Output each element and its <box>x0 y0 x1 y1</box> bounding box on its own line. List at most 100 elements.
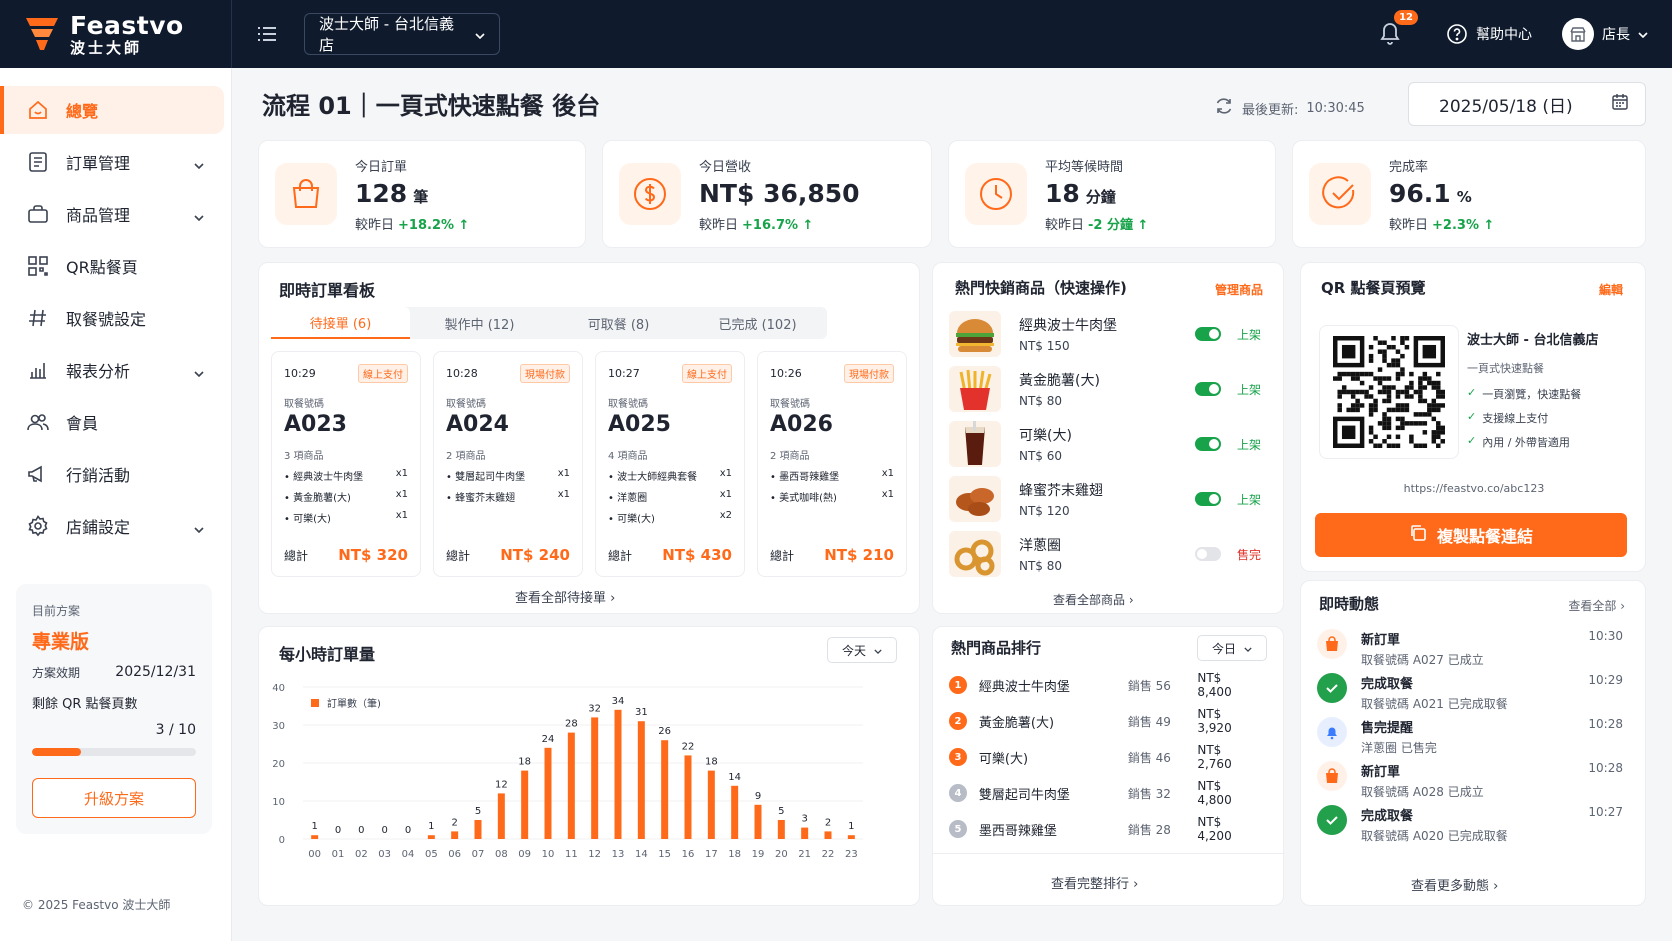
activity-item[interactable]: 新訂單 取餐號碼 A028 已成立 10:28 <box>1317 761 1623 805</box>
data-label: 9 <box>755 791 761 802</box>
bar-chart-icon <box>26 358 50 382</box>
order-card-a026[interactable]: 10:26 現場付款 取餐號碼 A026 2 項商品 • 墨西哥辣雞堡 x1 • 美… <box>757 351 907 577</box>
sidebar-item-reports[interactable]: 報表分析 <box>0 346 224 394</box>
logo[interactable]: Feastvo 波士大師 <box>0 0 232 68</box>
payment-badge: 現場付款 <box>844 364 894 383</box>
data-label: 0 <box>405 825 411 836</box>
data-label: 24 <box>542 734 555 745</box>
tab-pending[interactable]: 待接單 (6) <box>271 307 410 339</box>
order-time: 10:28 <box>446 367 478 380</box>
view-full-ranking-link[interactable]: 查看完整排行 › <box>1051 873 1138 892</box>
ranking-card: 熱門商品排行 今日 1 經典波士牛肉堡 銷售 56 NT$ 8,400 2 黃金脆薯(大… <box>932 626 1285 906</box>
product-price: NT$ 80 <box>1019 559 1063 573</box>
date-picker[interactable]: 2025/05/18 (日) <box>1408 82 1646 126</box>
copy-order-link-button[interactable]: 複製點餐連結 <box>1315 513 1627 557</box>
order-board: 即時訂單看板 待接單 (6) 製作中 (12) 可取餐 (8) 已完成 (102… <box>258 262 920 614</box>
sidebar-item-products[interactable]: 商品管理 <box>0 190 224 238</box>
gear-icon <box>26 514 50 538</box>
activity-item[interactable]: 完成取餐 取餐號碼 A020 已完成取餐 10:27 <box>1317 805 1623 849</box>
availability-toggle[interactable] <box>1195 382 1221 396</box>
tab-ready[interactable]: 可取餐 (8) <box>549 307 688 339</box>
rank-badge: 3 <box>949 748 967 766</box>
hourly-range-select[interactable]: 今天 <box>827 637 897 663</box>
x-tick-label: 12 <box>588 849 601 860</box>
x-tick-label: 03 <box>378 849 391 860</box>
view-all-products-link[interactable]: 查看全部商品 › <box>1053 591 1134 608</box>
order-card-a024[interactable]: 10:28 現場付款 取餐號碼 A024 2 項商品 • 雙層起司牛肉堡 x1 • … <box>433 351 583 577</box>
copy-icon <box>1409 524 1427 546</box>
logo-mark-icon <box>24 14 60 54</box>
plan-card: 目前方案 專業版 方案效期 2025/12/31 剩餘 QR 點餐頁數 3 / 1… <box>16 584 212 834</box>
user-menu[interactable]: 店長 <box>1562 18 1648 50</box>
view-more-activity-link[interactable]: 查看更多動態 › <box>1411 875 1498 894</box>
x-tick-label: 04 <box>402 849 415 860</box>
data-label: 0 <box>335 825 341 836</box>
activity-item[interactable]: 新訂單 取餐號碼 A027 已成立 10:30 <box>1317 629 1623 673</box>
availability-toggle[interactable] <box>1195 327 1221 341</box>
help-center-link[interactable]: 幫助中心 <box>1446 23 1532 45</box>
stat-compare: 較昨日 +16.7% ↑ <box>699 217 814 233</box>
data-label: 1 <box>428 821 434 832</box>
chevron-down-icon <box>1244 641 1252 655</box>
x-tick-label: 18 <box>728 849 741 860</box>
stat-value: 18 分鐘 <box>1045 178 1116 208</box>
order-card-a025[interactable]: 10:27 線上支付 取餐號碼 A025 4 項商品 • 波士大師經典套餐 x1 •… <box>595 351 745 577</box>
upgrade-plan-button[interactable]: 升級方案 <box>32 778 196 818</box>
activity-item[interactable]: 完成取餐 取餐號碼 A021 已完成取餐 10:29 <box>1317 673 1623 717</box>
product-row: 可樂(大) NT$ 60 上架 <box>949 419 1261 469</box>
order-time: 10:27 <box>608 367 640 380</box>
tab-completed[interactable]: 已完成 (102) <box>688 307 827 339</box>
store-selector[interactable]: 波士大師 - 台北信義店 <box>304 13 500 55</box>
sidebar-item-overview[interactable]: 總覽 <box>0 86 224 134</box>
chevron-down-icon <box>194 518 204 537</box>
view-all-activity-link[interactable]: 查看全部 › <box>1568 597 1625 614</box>
availability-toggle[interactable] <box>1195 547 1221 561</box>
x-tick-label: 14 <box>635 849 648 860</box>
stat-card-revenue: 今日營收 NT$ 36,850 較昨日 +16.7% ↑ <box>602 140 932 248</box>
manage-products-link[interactable]: 管理商品 <box>1215 281 1263 298</box>
availability-toggle[interactable] <box>1195 492 1221 506</box>
sidebar-item-members[interactable]: 會員 <box>0 398 224 446</box>
order-total: 總計 NT$ 240 <box>446 546 570 564</box>
sidebar-item-marketing[interactable]: 行銷活動 <box>0 450 224 498</box>
top-bar: Feastvo 波士大師 波士大師 - 台北信義店 12 幫助中心 店長 <box>0 0 1672 68</box>
chevron-down-icon <box>194 154 204 173</box>
menu-toggle-icon[interactable] <box>254 21 280 47</box>
order-total: 總計 NT$ 210 <box>770 546 894 564</box>
notification-bell[interactable]: 12 <box>1378 10 1418 48</box>
activity-item[interactable]: 售完提醒 洋蔥圈 已售完 10:28 <box>1317 717 1623 761</box>
sidebar-item-label: 會員 <box>66 414 99 433</box>
order-card-a023[interactable]: 10:29 線上支付 取餐號碼 A023 3 項商品 • 經典波士牛肉堡 x1 • … <box>271 351 421 577</box>
tab-preparing[interactable]: 製作中 (12) <box>410 307 549 339</box>
onion-rings-image <box>949 531 1001 577</box>
availability-toggle[interactable] <box>1195 437 1221 451</box>
page-title: 流程 01｜一頁式快速點餐 後台 <box>262 92 601 120</box>
sidebar-item-store-settings[interactable]: 店鋪設定 <box>0 502 224 550</box>
sidebar-item-label: 行銷活動 <box>66 466 131 485</box>
ranking-range-select[interactable]: 今日 <box>1197 635 1267 661</box>
last-update-time: 10:30:45 <box>1306 100 1365 116</box>
view-all-pending-link[interactable]: 查看全部待接單 › <box>515 587 615 606</box>
notification-badge: 12 <box>1394 10 1418 25</box>
last-update: 最後更新: 10:30:45 <box>1214 96 1365 120</box>
y-tick-label: 0 <box>279 835 285 846</box>
plan-qr-count: 3 / 10 <box>155 722 196 738</box>
orders-icon <box>26 150 50 174</box>
edit-qr-link[interactable]: 編輯 <box>1599 281 1623 298</box>
qr-url: https://feastvo.co/abc123 <box>1403 482 1545 495</box>
stat-label: 完成率 <box>1389 159 1429 175</box>
sidebar-item-label: 取餐號設定 <box>66 310 147 329</box>
product-status: 上架 <box>1236 382 1261 397</box>
sidebar-item-orders[interactable]: 訂單管理 <box>0 138 224 186</box>
store-selector-label: 波士大師 - 台北信義店 <box>319 15 454 54</box>
chevron-down-icon <box>194 362 204 381</box>
user-label: 店長 <box>1602 27 1630 43</box>
x-tick-label: 05 <box>425 849 438 860</box>
product-row: 蜂蜜芥末雞翅 NT$ 120 上架 <box>949 474 1261 524</box>
y-tick-label: 20 <box>272 759 285 770</box>
bar <box>707 770 715 839</box>
sidebar-item-pickup-number[interactable]: 取餐號設定 <box>0 294 224 342</box>
pickup-number: A024 <box>446 412 509 437</box>
refresh-icon[interactable] <box>1214 96 1234 120</box>
sidebar-item-qr-page[interactable]: QR點餐頁 <box>0 242 224 290</box>
